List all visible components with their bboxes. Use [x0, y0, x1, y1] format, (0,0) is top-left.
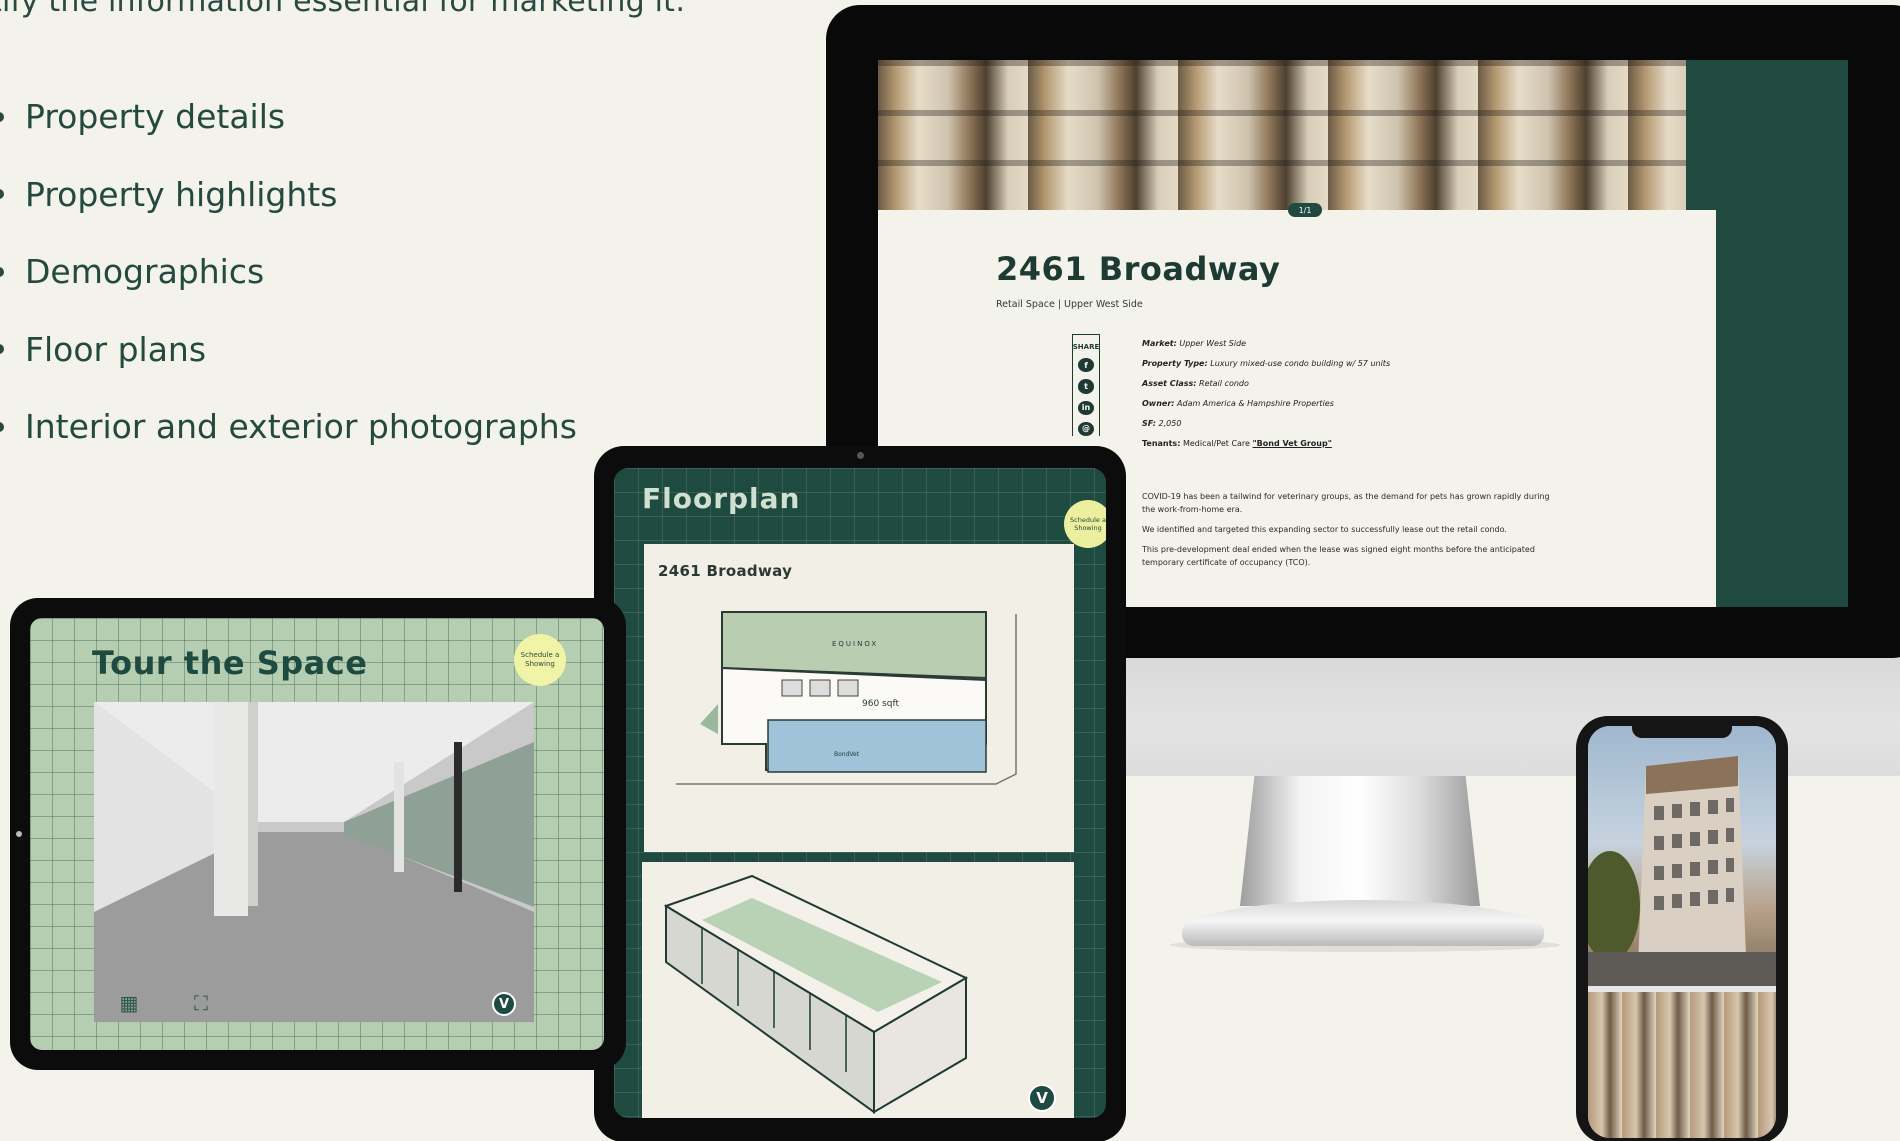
building-facade-photo[interactable] — [1588, 992, 1776, 1138]
tablet-camera — [16, 831, 22, 837]
list-item-label: Demographics — [25, 252, 265, 292]
feature-list: Property details Property highlights Dem… — [0, 78, 577, 466]
fact-row: SF: 2,050 — [1142, 414, 1390, 434]
property-facts: Market: Upper West Side Property Type: L… — [1142, 334, 1390, 454]
fact-value: Retail condo — [1199, 379, 1249, 388]
bullet-dot — [0, 421, 4, 432]
tour-heading: Tour the Space — [92, 644, 368, 682]
fact-value: Upper West Side — [1179, 339, 1247, 348]
floorplan-card-title: 2461 Broadway — [658, 562, 793, 580]
floorplan-screen: Floorplan Schedule a Showing 2461 Broadw… — [614, 468, 1106, 1118]
bullet-dot — [0, 344, 4, 355]
linkedin-icon[interactable]: in — [1078, 400, 1094, 415]
tablet-camera — [857, 452, 864, 459]
fact-row: Market: Upper West Side — [1142, 334, 1390, 354]
floorplan-drawing[interactable]: EQUINOX 960 sqft BondVet — [656, 594, 1062, 844]
schedule-showing-button[interactable]: Schedule a Showing — [514, 634, 566, 686]
share-label: SHARE — [1072, 343, 1100, 351]
fact-row: Owner: Adam America & Hampshire Properti… — [1142, 394, 1390, 414]
fullscreen-icon[interactable]: ⛶ — [188, 992, 214, 1014]
fact-value: 2,050 — [1158, 419, 1182, 428]
fact-key: SF: — [1142, 419, 1156, 428]
tour-screen: Tour the Space Schedule a Showing ▦ ⛶ V — [30, 618, 604, 1050]
floorplan-heading: Floorplan — [642, 482, 801, 515]
schedule-showing-button[interactable]: Schedule a Showing — [1064, 500, 1106, 548]
list-item-label: Property highlights — [25, 174, 338, 214]
listing-subtitle: Retail Space | Upper West Side — [996, 299, 1143, 310]
virtual-tour-viewer[interactable]: ▦ ⛶ V — [94, 702, 534, 1022]
fact-key: Tenants: — [1142, 439, 1181, 448]
twitter-icon[interactable]: t — [1078, 379, 1094, 394]
neighbor-label: EQUINOX — [832, 640, 878, 648]
brand-badge[interactable]: V — [492, 992, 516, 1016]
fact-row: Property Type: Luxury mixed-use condo bu… — [1142, 354, 1390, 374]
list-item: Interior and exterior photographs — [0, 388, 577, 466]
phone-notch — [1632, 726, 1732, 738]
interior-render — [94, 702, 534, 1022]
tenant-label: BondVet — [834, 751, 860, 758]
description-paragraph: This pre-development deal ended when the… — [1142, 545, 1535, 567]
list-item: Property details — [0, 78, 577, 156]
fact-key: Asset Class: — [1142, 379, 1197, 388]
fact-value: Adam America & Hampshire Properties — [1177, 399, 1334, 408]
bullet-dot — [0, 266, 4, 277]
list-item: Property highlights — [0, 156, 577, 234]
listing-title: 2461 Broadway — [996, 250, 1281, 288]
description-paragraph: COVID-19 has been a tailwind for veterin… — [1142, 492, 1550, 514]
isometric-model — [663, 874, 969, 1114]
floorplan-card: 2461 Broadway EQUINOX 960 sqft BondVet — [644, 544, 1074, 852]
fact-value: Medical/Pet Care — [1182, 439, 1250, 448]
phone-screen — [1588, 726, 1776, 1138]
floorplan-icon[interactable]: ▦ — [116, 992, 142, 1014]
bullet-dot — [0, 189, 4, 200]
fact-row: Asset Class: Retail condo — [1142, 374, 1390, 394]
fact-row: Tenants: Medical/Pet Care "Bond Vet Grou… — [1142, 434, 1390, 454]
intro-text: tify the information essential for marke… — [0, 0, 686, 19]
carousel-pager[interactable]: 1/1 — [1288, 203, 1322, 217]
list-item-label: Property details — [25, 97, 286, 137]
building-photo-carousel[interactable] — [878, 60, 1686, 210]
building-exterior-photo[interactable] — [1588, 726, 1776, 986]
list-item-label: Interior and exterior photographs — [25, 407, 577, 447]
floorplan-3d-view[interactable]: V — [642, 862, 1074, 1118]
list-item: Demographics — [0, 233, 577, 311]
area-label: 960 sqft — [862, 699, 899, 709]
fact-value: Luxury mixed-use condo building w/ 57 un… — [1210, 359, 1391, 368]
fact-key: Owner: — [1142, 399, 1175, 408]
tour-controls: ▦ ⛶ — [116, 992, 214, 1014]
bullet-dot — [0, 111, 4, 122]
list-item-label: Floor plans — [25, 329, 207, 369]
tenant-link[interactable]: "Bond Vet Group" — [1253, 439, 1332, 448]
listing-description: COVID-19 has been a tailwind for veterin… — [1142, 490, 1562, 576]
brand-badge[interactable]: V — [1028, 1084, 1056, 1112]
description-paragraph: We identified and targeted this expandin… — [1142, 525, 1507, 534]
share-bar: SHARE f t in @ — [1072, 334, 1100, 436]
email-icon[interactable]: @ — [1078, 421, 1094, 436]
tower-illustration — [1588, 756, 1776, 986]
facebook-icon[interactable]: f — [1078, 358, 1094, 373]
list-item: Floor plans — [0, 311, 577, 389]
monitor-stand-neck — [1240, 776, 1480, 906]
fact-key: Market: — [1142, 339, 1177, 348]
monitor-stand-base — [1182, 900, 1544, 946]
fact-key: Property Type: — [1142, 359, 1208, 368]
